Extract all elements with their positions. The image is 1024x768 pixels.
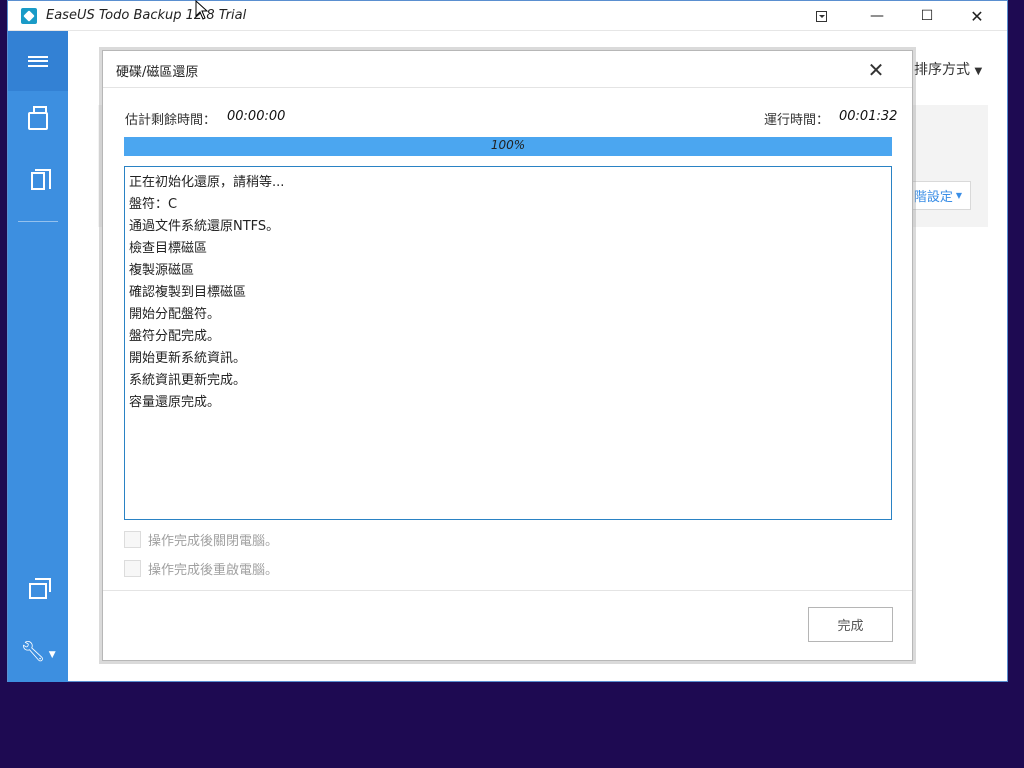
window-title: EaseUS Todo Backup 12.8 Trial xyxy=(46,8,247,23)
caret-down-icon: ▼ xyxy=(955,191,962,200)
log-line: 通過文件系統還原NTFS。 xyxy=(129,219,280,234)
shutdown-option: 操作完成後關閉電腦。 xyxy=(124,530,278,549)
finish-button[interactable]: 完成 xyxy=(808,607,893,642)
log-line: 正在初始化還原，請稍等... xyxy=(129,175,285,190)
progress-bar: 100% xyxy=(124,137,892,156)
sidebar-menu-button[interactable] xyxy=(8,31,68,91)
shutdown-label: 操作完成後關閉電腦。 xyxy=(148,534,279,549)
dialog-footer-divider xyxy=(103,590,912,591)
sort-by-dropdown[interactable]: 排序方式 ▼ xyxy=(914,59,982,79)
remaining-time-label: 估計剩餘時間： xyxy=(125,113,217,128)
sidebar-clone-button[interactable] xyxy=(8,161,68,201)
sidebar-tools-button[interactable]: 🔧︎ ▼ xyxy=(8,631,68,671)
log-line: 確認複製到目標磁區 xyxy=(129,285,247,300)
backup-icon xyxy=(28,106,48,130)
remaining-time-value: 00:00:00 xyxy=(227,109,286,124)
minimize-button[interactable]: — xyxy=(854,1,900,31)
shutdown-checkbox[interactable] xyxy=(124,531,141,548)
maximize-button[interactable]: ☐ xyxy=(904,1,950,31)
restart-checkbox[interactable] xyxy=(124,560,141,577)
dialog-title: 硬碟/磁區還原 xyxy=(116,65,199,80)
close-window-button[interactable]: ✕ xyxy=(954,1,1000,31)
restart-label: 操作完成後重啟電腦。 xyxy=(148,563,279,578)
restart-option: 操作完成後重啟電腦。 xyxy=(124,559,278,578)
elapsed-time-label: 運行時間： xyxy=(764,113,830,128)
log-line: 盤符分配完成。 xyxy=(129,329,221,344)
window-icon xyxy=(29,578,51,599)
dialog-close-button[interactable]: ✕ xyxy=(861,55,891,85)
sidebar: 🔧︎ ▼ xyxy=(8,31,68,682)
mouse-cursor-icon xyxy=(195,0,209,20)
titlebar-dropdown-button[interactable] xyxy=(798,1,844,31)
sidebar-divider xyxy=(18,221,58,222)
caret-down-icon: ▼ xyxy=(48,650,56,660)
sidebar-window-button[interactable] xyxy=(8,571,68,611)
log-line: 檢查目標磁區 xyxy=(129,241,208,256)
sort-by-label: 排序方式 xyxy=(914,62,970,78)
caret-down-icon: ▼ xyxy=(974,66,983,77)
restore-dialog: 硬碟/磁區還原 ✕ 估計剩餘時間： 00:00:00 運行時間： 00:01:3… xyxy=(102,50,913,661)
sidebar-backup-button[interactable] xyxy=(8,101,68,141)
title-bar: EaseUS Todo Backup 12.8 Trial — ☐ ✕ xyxy=(8,1,1007,31)
menu-icon xyxy=(28,55,48,67)
log-line: 容量還原完成。 xyxy=(129,395,221,410)
dropdown-icon xyxy=(815,10,827,22)
elapsed-time-value: 00:01:32 xyxy=(839,109,898,124)
advanced-settings-button[interactable]: 階設定 ▼ xyxy=(903,181,971,210)
clone-icon xyxy=(31,169,51,190)
log-line: 複製源磁區 xyxy=(129,263,195,278)
log-line: 開始更新系統資訊。 xyxy=(129,351,247,366)
advanced-settings-label: 階設定 xyxy=(913,190,953,205)
log-line: 開始分配盤符。 xyxy=(129,307,221,322)
dialog-header: 硬碟/磁區還原 ✕ xyxy=(103,51,912,88)
log-output[interactable]: 正在初始化還原，請稍等... 盤符：C 通過文件系統還原NTFS。 檢查目標磁區 複製源… xyxy=(124,166,892,520)
log-line: 系統資訊更新完成。 xyxy=(129,373,247,388)
log-line: 盤符：C xyxy=(129,197,178,212)
app-logo-icon xyxy=(21,8,37,24)
wrench-icon: 🔧︎ xyxy=(20,639,46,663)
progress-percent: 100% xyxy=(490,138,526,152)
